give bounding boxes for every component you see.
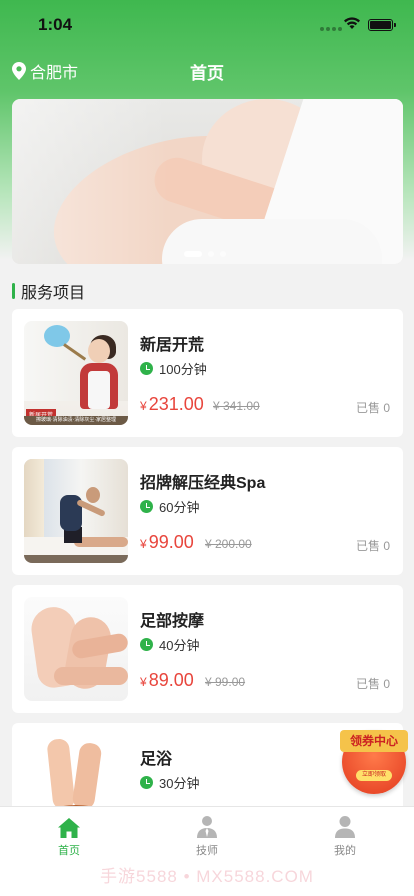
tab-profile[interactable]: 我的 <box>300 815 390 858</box>
wifi-icon <box>344 17 360 29</box>
currency-symbol: ¥ <box>140 399 147 413</box>
watermark-text: 手游5588 • MX5588.COM <box>100 867 314 886</box>
service-duration: 60分钟 <box>140 497 199 516</box>
carousel-indicator <box>184 251 226 257</box>
section-accent-bar <box>12 283 15 299</box>
currency-symbol: ¥ <box>140 537 147 551</box>
status-time: 1:04 <box>38 15 73 34</box>
service-name: 足浴 <box>140 751 173 768</box>
sold-count: 已售 0 <box>355 539 390 553</box>
service-thumbnail <box>24 597 128 701</box>
service-price: ¥ 231.00 <box>140 394 204 415</box>
service-duration: 100分钟 <box>140 359 207 378</box>
thumbnail-caption: 擦玻璃·清除油渍·清除灰尘·家居整理 <box>24 416 128 425</box>
service-card[interactable]: 足部按摩 40分钟 ¥ 89.00 ¥ 99.00 已售 0 <box>12 585 403 713</box>
original-price: ¥ 341.00 <box>213 399 260 413</box>
original-price: ¥ 99.00 <box>205 675 246 689</box>
service-card[interactable]: 招牌解压经典Spa 60分钟 ¥ 99.00 ¥ 200.00 已售 0 <box>12 447 403 575</box>
service-card[interactable]: 新居开荒 擦玻璃·清除油渍·清除灰尘·家居整理 新居开荒 100分钟 ¥ 231… <box>12 309 403 437</box>
coupon-label: 领券中心 <box>340 730 408 752</box>
coupon-center-button[interactable]: 领券中心 立即领取 <box>340 722 408 800</box>
technician-icon <box>197 816 217 838</box>
tab-label: 首页 <box>58 845 80 857</box>
duration-text: 100分钟 <box>159 362 207 377</box>
tab-home[interactable]: 首页 <box>24 815 114 858</box>
tab-label: 我的 <box>334 845 356 857</box>
service-thumbnail: 新居开荒 擦玻璃·清除油渍·清除灰尘·家居整理 <box>24 321 128 425</box>
service-name: 招牌解压经典Spa <box>140 475 266 492</box>
carousel-dot <box>220 251 226 257</box>
carousel-dot <box>208 251 214 257</box>
coupon-claim-label: 立即领取 <box>356 770 392 781</box>
currency-symbol: ¥ <box>140 675 147 689</box>
original-price: ¥ 200.00 <box>205 537 252 551</box>
price-value: 231.00 <box>148 394 204 414</box>
section-title: 服务项目 <box>21 285 86 302</box>
status-bar: 1:04 <box>0 0 414 48</box>
price-value: 89.00 <box>148 670 194 690</box>
duration-text: 30分钟 <box>159 776 200 791</box>
service-duration: 30分钟 <box>140 773 199 792</box>
sold-count: 已售 0 <box>355 677 390 691</box>
service-duration: 40分钟 <box>140 635 199 654</box>
page-title: 首页 <box>190 64 224 83</box>
home-icon <box>58 818 80 838</box>
clock-icon <box>140 362 153 375</box>
duration-text: 40分钟 <box>159 638 200 653</box>
banner-carousel[interactable] <box>12 99 403 264</box>
carousel-dot-active <box>184 251 202 257</box>
tab-technician[interactable]: 技师 <box>162 815 252 858</box>
signal-dots-icon <box>320 27 342 31</box>
clock-icon <box>140 776 153 789</box>
service-thumbnail <box>24 735 128 813</box>
service-price: ¥ 99.00 <box>140 532 194 553</box>
user-icon <box>335 816 355 838</box>
clock-icon <box>140 500 153 513</box>
section-header: 服务项目 <box>12 279 85 303</box>
duration-text: 60分钟 <box>159 500 200 515</box>
service-name: 足部按摩 <box>140 613 205 630</box>
sold-count: 已售 0 <box>355 401 390 415</box>
price-value: 99.00 <box>148 532 194 552</box>
navigation-bar: 合肥市 首页 <box>0 52 414 90</box>
battery-icon <box>368 19 396 31</box>
clock-icon <box>140 638 153 651</box>
service-price: ¥ 89.00 <box>140 670 194 691</box>
service-thumbnail <box>24 459 128 563</box>
service-name: 新居开荒 <box>140 337 205 354</box>
tab-label: 技师 <box>196 845 218 857</box>
